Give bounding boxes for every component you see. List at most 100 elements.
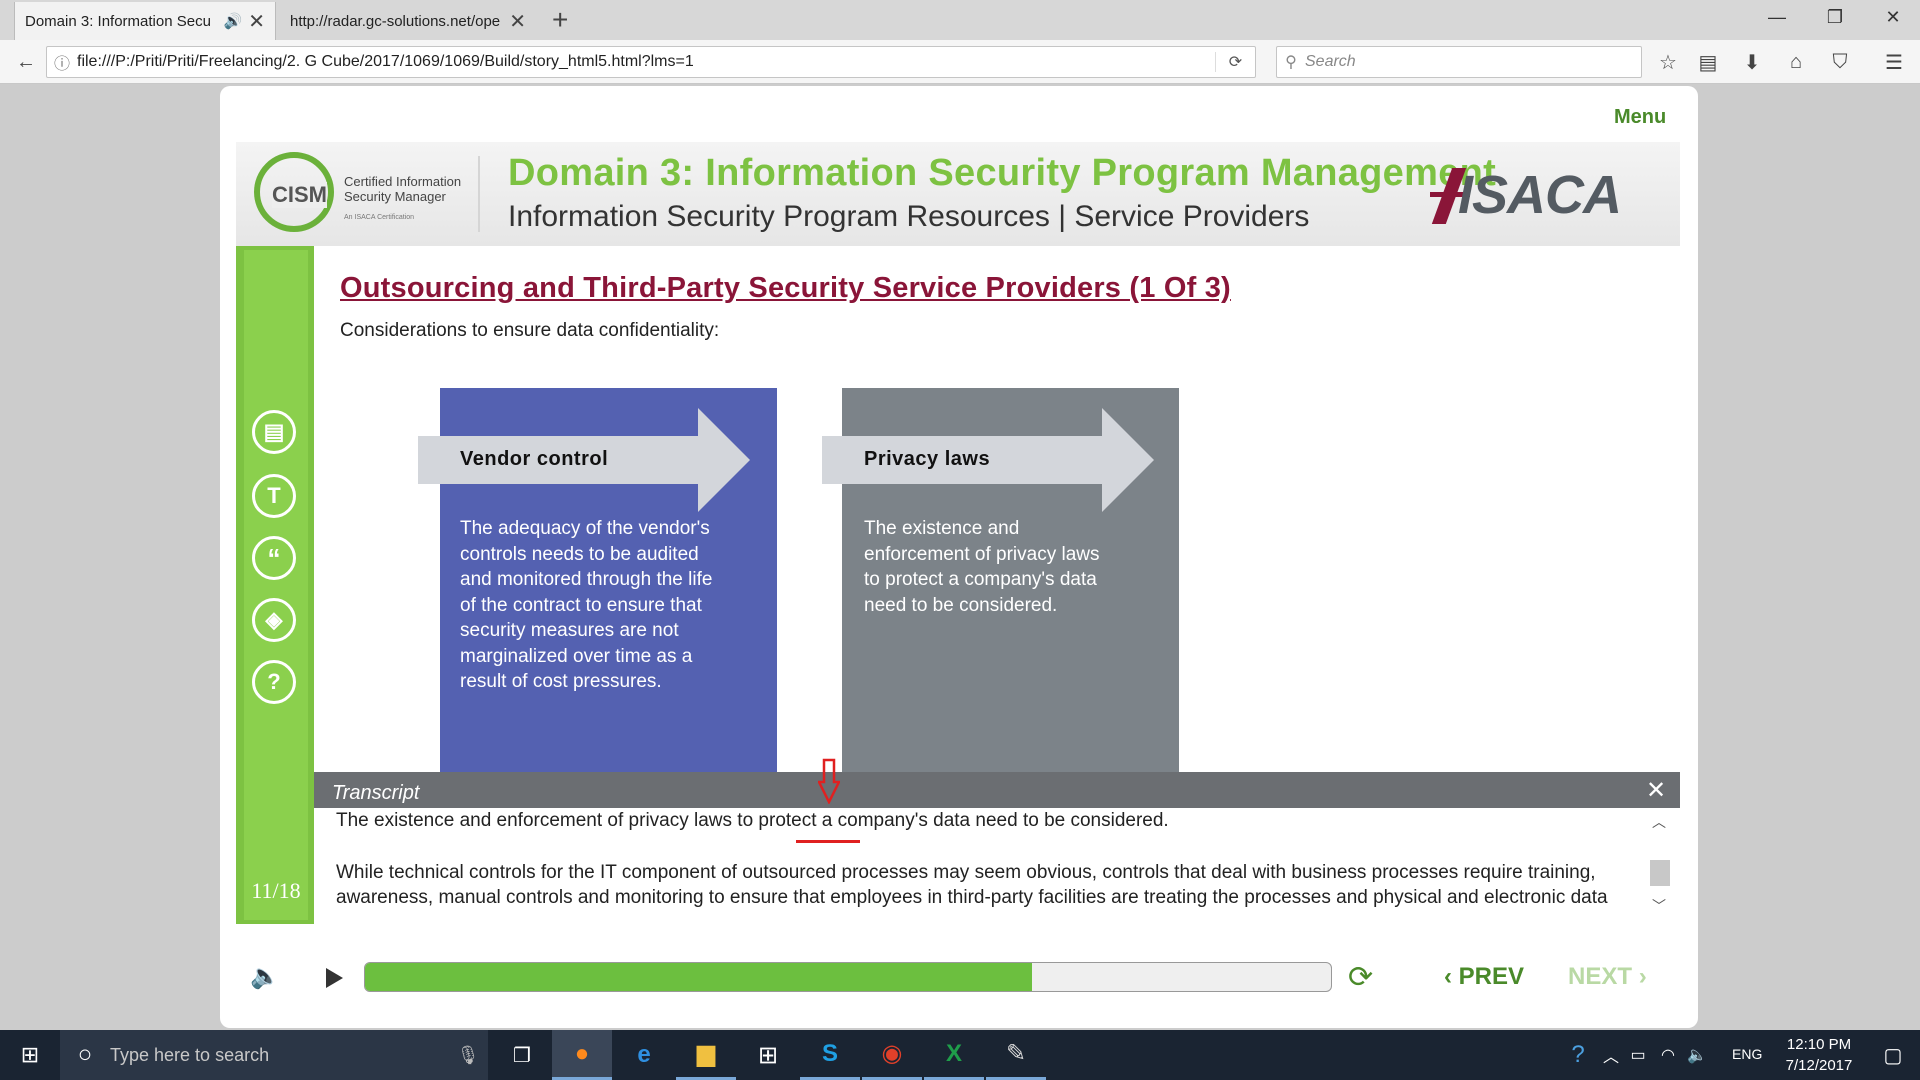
task-view-icon[interactable]: ❐ <box>492 1030 552 1080</box>
microphone-icon[interactable]: 🎙 <box>448 1045 488 1066</box>
scroll-up-icon[interactable]: ︿ <box>1652 812 1666 832</box>
browser-tab-bar: Domain 3: Information Secu 🔊 ✕ http://ra… <box>0 0 1920 40</box>
card-line: The adequacy of the vendor's <box>460 518 710 539</box>
taskbar-search-input[interactable]: ○ Type here to search 🎙 <box>60 1030 488 1080</box>
tab-title: http://radar.gc-solutions.net/ope <box>290 12 501 30</box>
download-icon[interactable]: ⬇ <box>1736 46 1768 78</box>
close-tab-icon[interactable]: ✕ <box>248 9 265 34</box>
minimize-icon[interactable]: — <box>1754 0 1800 34</box>
transcript-clip <box>314 912 1648 924</box>
cism-caption-line2: Security Manager <box>344 189 446 204</box>
tab-radar[interactable]: http://radar.gc-solutions.net/ope ✕ <box>280 2 536 40</box>
header-title: Domain 3: Information Security Program M… <box>508 152 1497 194</box>
red-underline-annotation <box>796 840 860 843</box>
edge-taskbar-icon[interactable]: e <box>614 1030 674 1080</box>
document-icon[interactable]: ▤ <box>252 410 296 454</box>
restore-icon[interactable]: ❐ <box>1812 0 1858 34</box>
file-explorer-taskbar-icon[interactable]: ▆ <box>676 1030 736 1080</box>
help-tray-icon[interactable]: ? <box>1556 1030 1600 1080</box>
battery-icon[interactable]: ▭ <box>1624 1030 1652 1080</box>
card-line: and monitored through the life <box>460 569 713 590</box>
slide-title: Outsourcing and Third-Party Security Ser… <box>340 272 1231 304</box>
transcript-header <box>314 772 1680 808</box>
slide-subtitle: Considerations to ensure data confidenti… <box>340 320 720 341</box>
reload-icon[interactable]: ⟳ <box>1215 52 1255 72</box>
chevron-left-icon: ‹ <box>1444 963 1452 990</box>
cism-caption-line1: Certified Information <box>344 174 462 189</box>
cortana-icon: ○ <box>77 1041 93 1068</box>
hamburger-menu-icon[interactable]: ☰ <box>1878 46 1910 78</box>
url-text: file:///P:/Priti/Priti/Freelancing/2. G … <box>77 53 694 70</box>
info-icon[interactable]: ⓘ <box>47 50 77 74</box>
layers-icon[interactable]: ◈ <box>252 598 296 642</box>
firefox-taskbar-icon[interactable]: ● <box>552 1030 612 1080</box>
card-line: The existence and <box>864 518 1020 539</box>
back-arrow-icon[interactable]: ← <box>10 46 42 78</box>
replay-icon[interactable]: ⟳ <box>1348 960 1373 995</box>
tab-course[interactable]: Domain 3: Information Secu 🔊 ✕ <box>14 2 276 40</box>
notifications-icon[interactable]: ▢ <box>1868 1030 1918 1080</box>
transcript-scrollbar[interactable]: ︿ ﹀ <box>1648 812 1672 920</box>
chrome-taskbar-icon[interactable]: ◉ <box>862 1030 922 1080</box>
volume-icon[interactable]: 🔈 <box>250 962 280 991</box>
chevron-up-icon[interactable]: ︿ <box>1600 1030 1622 1080</box>
close-transcript-icon[interactable]: ✕ <box>1646 776 1666 805</box>
skype-taskbar-icon[interactable]: S <box>800 1030 860 1080</box>
sidebar-panel <box>244 250 308 920</box>
card-line: need to be considered. <box>864 594 1058 616</box>
card-line: enforcement of privacy laws <box>864 543 1100 565</box>
store-taskbar-icon[interactable]: ⊞ <box>738 1030 798 1080</box>
wifi-icon[interactable]: ◠ <box>1654 1030 1682 1080</box>
excel-taskbar-icon[interactable]: X <box>924 1030 984 1080</box>
cism-logo-text: CISM <box>272 182 327 208</box>
close-window-icon[interactable]: ✕ <box>1870 0 1916 34</box>
next-button[interactable]: NEXT › <box>1568 963 1647 991</box>
speaker-icon[interactable]: 🔊 <box>224 12 243 30</box>
transcript-line: The existence and enforcement of privacy… <box>336 810 1169 831</box>
transcript-line: awareness, manual controls and monitorin… <box>336 887 1608 908</box>
search-input[interactable]: ⚲ Search <box>1276 46 1642 78</box>
close-tab-icon[interactable]: ✕ <box>509 9 526 34</box>
privacy-laws-text: The existence and enforcement of privacy… <box>864 516 1100 618</box>
prev-button[interactable]: ‹ PREV <box>1444 963 1524 991</box>
progress-bar[interactable] <box>364 962 1332 992</box>
windows-start-icon[interactable]: ⊞ <box>0 1030 60 1080</box>
card-line: controls needs to be audited <box>460 543 699 565</box>
bookmark-star-icon[interactable]: ☆ <box>1652 46 1684 78</box>
card-line: of the contract to ensure that <box>460 594 702 616</box>
play-icon[interactable] <box>324 967 344 989</box>
card-line: marginalized over time as a <box>460 645 693 667</box>
taskbar-clock[interactable]: 12:10 PM 7/12/2017 <box>1774 1034 1864 1076</box>
header-divider <box>478 156 480 232</box>
home-icon[interactable]: ⌂ <box>1780 46 1812 78</box>
volume-tray-icon[interactable]: 🔈 <box>1682 1030 1712 1080</box>
vendor-control-text: The adequacy of the vendor's controls ne… <box>460 516 712 695</box>
new-tab-button[interactable]: + <box>552 4 568 36</box>
clock-date: 7/12/2017 <box>1785 1057 1853 1074</box>
chevron-right-icon: › <box>1638 963 1647 990</box>
taskbar-search-placeholder: Type here to search <box>110 1044 270 1065</box>
browser-nav-bar: ← ⓘ file:///P:/Priti/Priti/Freelancing/2… <box>0 40 1920 84</box>
help-icon[interactable]: ? <box>252 660 296 704</box>
transcript-line: While technical controls for the IT comp… <box>336 862 1596 883</box>
cism-caption-line3: An ISACA Certification <box>344 214 415 221</box>
paint-taskbar-icon[interactable]: ✎ <box>986 1030 1046 1080</box>
address-bar[interactable]: ⓘ file:///P:/Priti/Priti/Freelancing/2. … <box>46 46 1256 78</box>
menu-button[interactable]: Menu <box>1614 106 1666 129</box>
scroll-thumb[interactable] <box>1650 860 1670 886</box>
card-line: security measures are not <box>460 620 679 641</box>
quote-icon[interactable]: “ <box>252 536 296 580</box>
tab-title: Domain 3: Information Secu <box>25 12 211 30</box>
text-icon[interactable]: T <box>252 474 296 518</box>
privacy-laws-label: Privacy laws <box>864 448 991 470</box>
language-indicator[interactable]: ENG <box>1732 1046 1762 1062</box>
card-line: result of cost pressures. <box>460 671 662 692</box>
pocket-icon[interactable]: ⛉ <box>1824 46 1856 78</box>
reading-list-icon[interactable]: ▤ <box>1692 46 1724 78</box>
card-line: to protect a company's data <box>864 569 1097 590</box>
cism-logo-caption: Certified Information Security Manager A… <box>344 174 461 225</box>
course-header: CISM Certified Information Security Mana… <box>236 142 1680 246</box>
vendor-control-label: Vendor control <box>460 448 609 470</box>
scroll-down-icon[interactable]: ﹀ <box>1652 896 1666 916</box>
red-arrow-annotation-icon <box>818 758 840 804</box>
